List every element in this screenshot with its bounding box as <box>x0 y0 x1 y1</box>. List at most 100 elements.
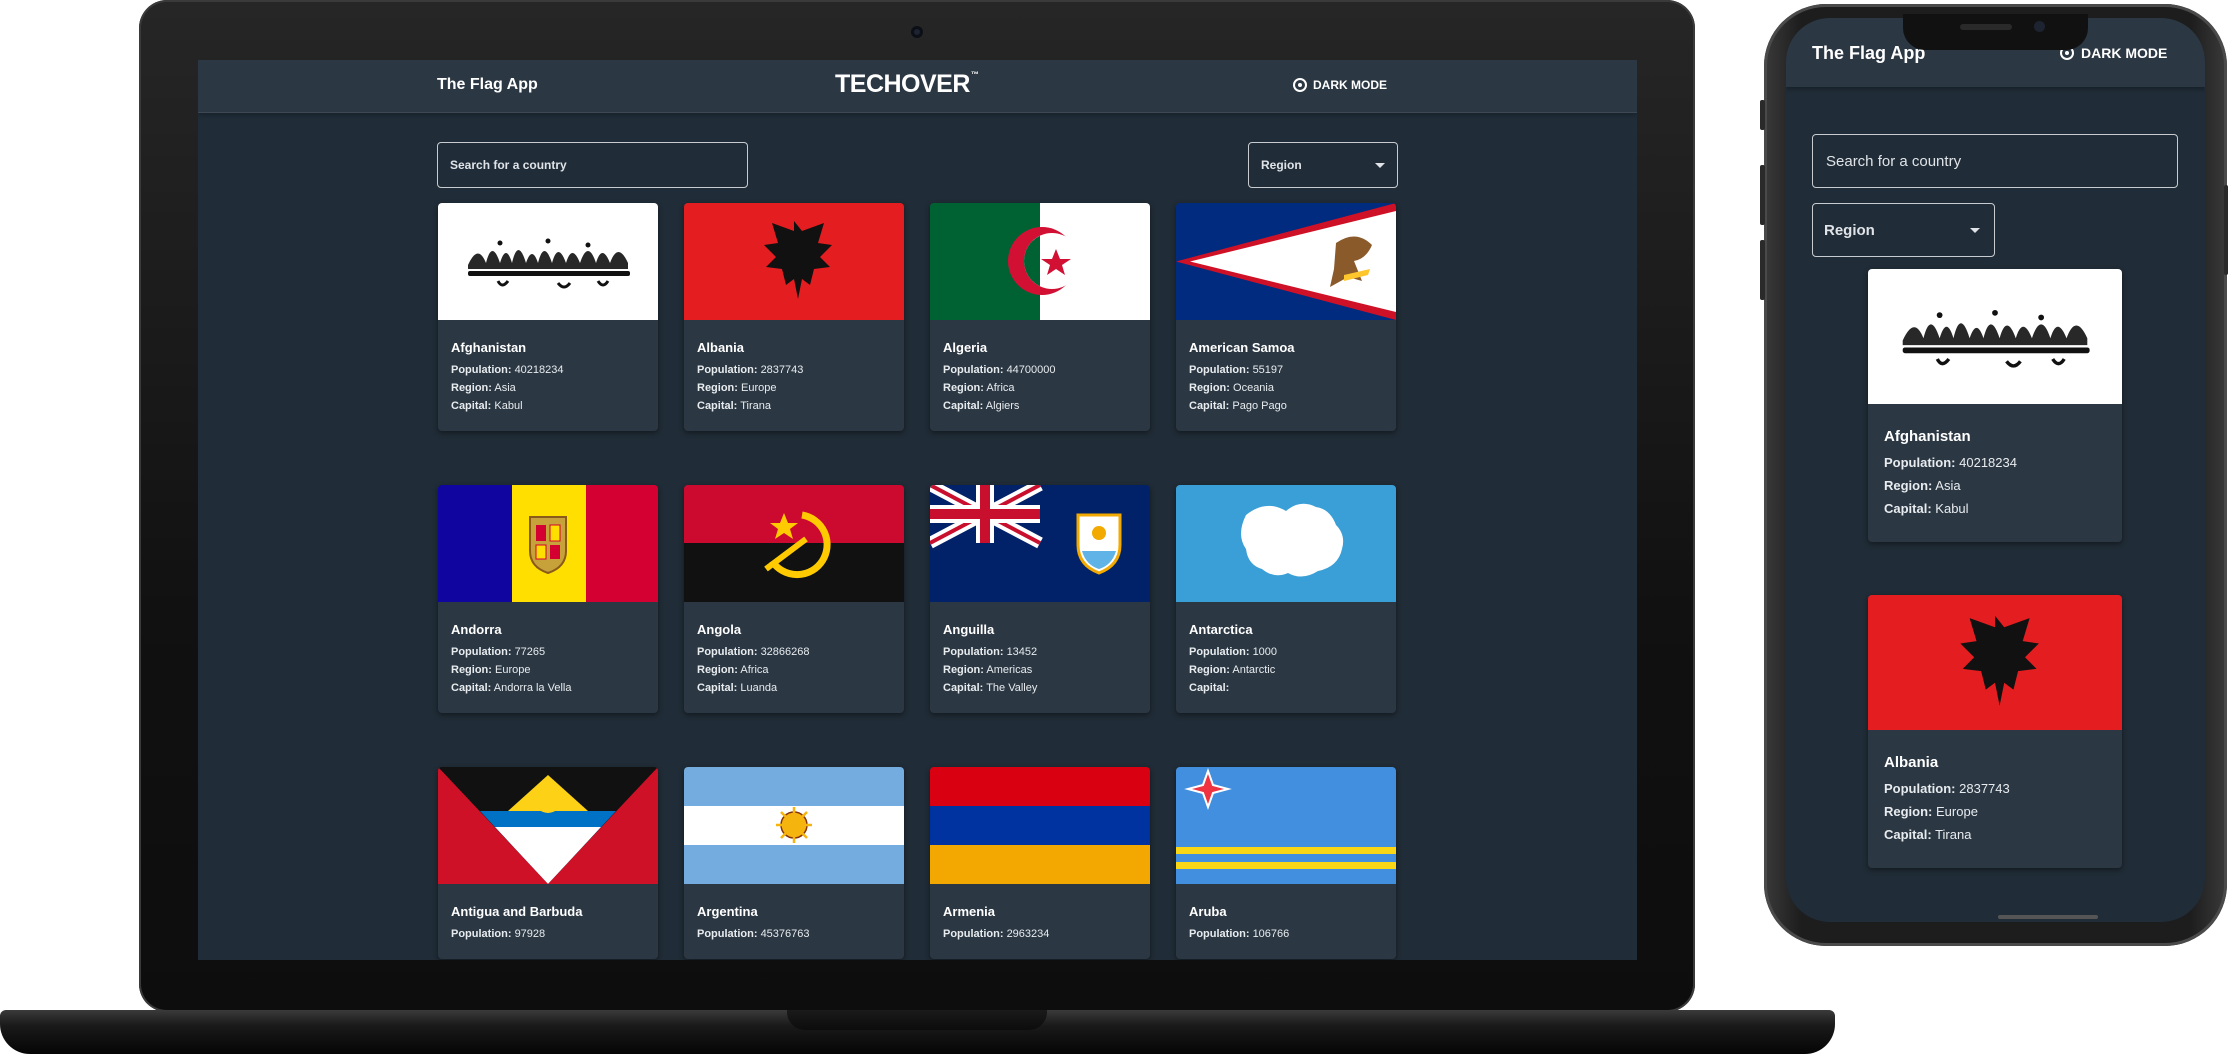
angola-flag-icon <box>684 485 904 602</box>
population-row: Population: 1000 <box>1189 646 1278 658</box>
anguilla-flag-icon <box>930 485 1150 602</box>
laptop-screen: The Flag App TECHOVER™ DARK MODE Search … <box>198 60 1637 960</box>
phone-side-button <box>1760 165 1765 225</box>
population-row: Population: 97928 <box>451 928 546 940</box>
phone-side-button <box>1760 100 1765 130</box>
home-indicator <box>1998 915 2098 919</box>
population-row: Population: 40218234 <box>451 364 564 376</box>
population-row: Population: 77265 <box>451 646 546 658</box>
phone-screen: The Flag App DARK MODE Search for a coun… <box>1786 18 2205 922</box>
country-name: Antigua and Barbuda <box>451 904 583 919</box>
american-samoa-flag-icon <box>1176 203 1396 320</box>
country-name: Albania <box>1884 754 1939 771</box>
country-name: Andorra <box>451 622 502 637</box>
dark-mode-toggle[interactable]: DARK MODE <box>1293 78 1387 92</box>
country-card[interactable]: Afghanistan Population: 40218234 Region:… <box>1868 269 2122 542</box>
population-row: Population: 2837743 <box>697 364 804 376</box>
region-select[interactable]: Region <box>1812 203 1995 257</box>
country-card[interactable]: Andorra Population: 77265 Region: Europe… <box>438 485 658 713</box>
country-card[interactable]: Albania Population: 2837743 Region: Euro… <box>684 203 904 431</box>
country-name: Armenia <box>943 904 996 919</box>
population-row: Population: 55197 <box>1189 364 1284 376</box>
population-row: Population: 2963234 <box>943 928 1050 940</box>
region-row: Region: Europe <box>697 382 777 394</box>
capital-row: Capital: Tirana <box>1884 827 1972 842</box>
population-row: Population: 45376763 <box>697 928 810 940</box>
andorra-flag-icon <box>438 485 658 602</box>
region-row: Region: Antarctic <box>1189 664 1276 676</box>
albania-flag-icon <box>1868 595 2122 730</box>
albania-flag-icon <box>684 203 904 320</box>
country-name: Argentina <box>697 904 758 919</box>
country-card[interactable]: Aruba Population: 106766 <box>1176 767 1396 959</box>
app-title[interactable]: The Flag App <box>1812 43 1925 64</box>
phone-camera <box>2034 21 2045 32</box>
region-row: Region: Asia <box>1884 478 1961 493</box>
capital-row: Capital: Pago Pago <box>1189 400 1287 412</box>
country-card[interactable]: Anguilla Population: 13452 Region: Ameri… <box>930 485 1150 713</box>
dark-mode-label: DARK MODE <box>2081 45 2168 61</box>
phone-side-button <box>1760 240 1765 300</box>
region-row: Region: Oceania <box>1189 382 1274 394</box>
country-card[interactable]: Algeria Population: 44700000 Region: Afr… <box>930 203 1150 431</box>
population-row: Population: 44700000 <box>943 364 1056 376</box>
phone-side-button <box>2224 185 2228 275</box>
country-name: Anguilla <box>943 622 995 637</box>
region-row: Region: Americas <box>943 664 1033 676</box>
country-name: Afghanistan <box>451 340 527 355</box>
region-row: Region: Europe <box>451 664 531 676</box>
capital-row: Capital: The Valley <box>943 682 1038 694</box>
aruba-flag-icon <box>1176 767 1396 884</box>
population-row: Population: 106766 <box>1189 928 1290 940</box>
population-row: Population: 40218234 <box>1884 455 2017 470</box>
dark-mode-icon <box>1293 78 1307 92</box>
region-row: Region: Africa <box>697 664 769 676</box>
laptop-camera <box>911 26 923 38</box>
capital-row: Capital: Tirana <box>697 400 771 412</box>
region-select[interactable]: Region <box>1248 142 1398 188</box>
country-card[interactable]: Albania Population: 2837743 Region: Euro… <box>1868 595 2122 868</box>
capital-row: Capital: Algiers <box>943 400 1020 412</box>
country-name: Afghanistan <box>1884 428 1971 445</box>
country-card[interactable]: Afghanistan Population: 40218234 Region:… <box>438 203 658 431</box>
country-card[interactable]: American Samoa Population: 55197 Region:… <box>1176 203 1396 431</box>
afghanistan-flag-icon <box>1868 269 2122 404</box>
country-name: Aruba <box>1189 904 1227 919</box>
country-name: Albania <box>697 340 744 355</box>
argentina-flag-icon <box>684 767 904 884</box>
country-name: Algeria <box>943 340 988 355</box>
region-row: Region: Europe <box>1884 804 1978 819</box>
dark-mode-label: DARK MODE <box>1313 78 1387 92</box>
capital-row: Capital: Andorra la Vella <box>451 682 572 694</box>
population-row: Population: 2837743 <box>1884 781 2010 796</box>
country-card[interactable]: Antarctica Population: 1000 Region: Anta… <box>1176 485 1396 713</box>
armenia-flag-icon <box>930 767 1150 884</box>
capital-row: Capital: Kabul <box>451 400 523 412</box>
country-name: Antarctica <box>1189 622 1253 637</box>
population-row: Population: 32866268 <box>697 646 810 658</box>
country-name: Angola <box>697 622 742 637</box>
country-card[interactable]: Antigua and Barbuda Population: 97928 <box>438 767 658 959</box>
algeria-flag-icon <box>930 203 1150 320</box>
brand-logo: TECHOVER™ <box>835 70 979 98</box>
country-card[interactable]: Armenia Population: 2963234 <box>930 767 1150 959</box>
region-row: Region: Africa <box>943 382 1015 394</box>
chevron-down-icon <box>1375 163 1385 168</box>
country-name: American Samoa <box>1189 340 1295 355</box>
phone-notch <box>1903 14 2088 50</box>
app-header: The Flag App TECHOVER™ DARK MODE <box>198 60 1637 113</box>
chevron-down-icon <box>1970 228 1980 233</box>
country-card[interactable]: Angola Population: 32866268 Region: Afri… <box>684 485 904 713</box>
region-select-label: Region <box>1824 222 1875 239</box>
population-row: Population: 13452 <box>943 646 1038 658</box>
search-input[interactable]: Search for a country <box>1812 134 2178 188</box>
region-select-label: Region <box>1261 158 1302 172</box>
laptop-hinge-notch <box>787 1010 1047 1030</box>
capital-row: Capital: Kabul <box>1884 501 1969 516</box>
app-title[interactable]: The Flag App <box>437 76 538 94</box>
capital-row: Capital: Luanda <box>697 682 778 694</box>
search-input[interactable]: Search for a country <box>437 142 748 188</box>
antarctica-flag-icon <box>1176 485 1396 602</box>
capital-row: Capital: <box>1189 682 1230 694</box>
country-card[interactable]: Argentina Population: 45376763 <box>684 767 904 959</box>
